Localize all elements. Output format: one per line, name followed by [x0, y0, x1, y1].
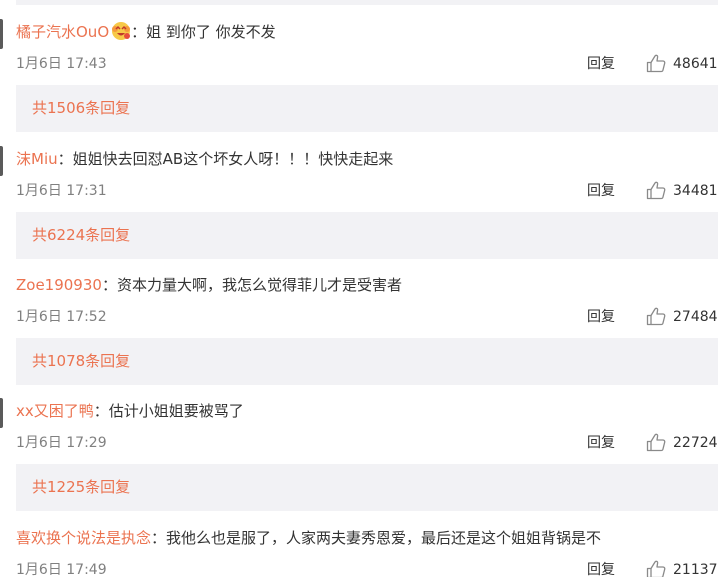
like-button[interactable]: 22724: [646, 432, 718, 454]
comment-body: 姐 到你了 你发不发: [146, 23, 276, 41]
comment-body: 我他么也是服了，人家两夫妻秀恩爱，最后还是这个姐姐背锅是不: [166, 529, 602, 547]
thumbs-up-icon: [646, 307, 666, 326]
comment-username[interactable]: 沫Miu: [16, 150, 58, 168]
replies-summary-box: 共6224条回复: [16, 212, 718, 259]
comment-item: 橘子汽水OuO ：姐 到你了 你发不发 1月6日 17:43 回复 48641 …: [0, 12, 726, 139]
previous-replies-box-edge: [16, 0, 718, 5]
comment-date: 1月6日 17:43: [16, 56, 107, 72]
comment-date: 1月6日 17:52: [16, 309, 107, 325]
emoji-badge-icon: [111, 21, 131, 41]
comment-item: Zoe190930：资本力量大啊，我怎么觉得菲儿才是受害者 1月6日 17:52…: [0, 265, 726, 392]
comment-text-line: Zoe190930：资本力量大啊，我怎么觉得菲儿才是受害者: [16, 274, 402, 296]
like-button[interactable]: 27484: [646, 306, 718, 328]
comment-meta: 1月6日 17:29 回复 22724: [16, 432, 718, 454]
comment-feed: 橘子汽水OuO ：姐 到你了 你发不发 1月6日 17:43 回复 48641 …: [0, 0, 726, 577]
comment-colon: ：: [151, 529, 167, 547]
comment-colon: ：: [57, 150, 73, 168]
avatar[interactable]: [0, 19, 3, 49]
comment-username[interactable]: Zoe190930: [16, 276, 102, 294]
comment-body: 姐姐快去回怼AB这个坏女人呀！！！快快走起来: [72, 150, 394, 168]
avatar[interactable]: [0, 146, 3, 176]
like-button[interactable]: 34481: [646, 180, 718, 202]
like-count: 27484: [673, 309, 718, 325]
view-replies-link[interactable]: 共1225条回复: [32, 476, 130, 498]
comment-username[interactable]: xx又困了鸭: [16, 402, 94, 420]
comment-item: 沫Miu：姐姐快去回怼AB这个坏女人呀！！！快快走起来 1月6日 17:31 回…: [0, 139, 726, 266]
like-count: 34481: [673, 183, 718, 199]
comment-date: 1月6日 17:49: [16, 562, 107, 577]
reply-button[interactable]: 回复: [587, 306, 615, 328]
view-replies-link[interactable]: 共1506条回复: [32, 97, 130, 119]
like-button[interactable]: 21137: [646, 559, 718, 577]
like-count: 21137: [673, 562, 718, 577]
comment-meta: 1月6日 17:49 回复 21137: [16, 559, 718, 577]
comment-text-line: xx又困了鸭：估计小姐姐要被骂了: [16, 400, 244, 422]
comment-date: 1月6日 17:29: [16, 435, 107, 451]
comment-colon: ：: [131, 23, 147, 41]
comment-text-line: 橘子汽水OuO ：姐 到你了 你发不发: [16, 21, 276, 43]
comment-username[interactable]: 橘子汽水OuO: [16, 23, 109, 41]
replies-summary-box: 共1078条回复: [16, 338, 718, 385]
reply-button[interactable]: 回复: [587, 559, 615, 577]
view-replies-link[interactable]: 共6224条回复: [32, 224, 130, 246]
comment-meta: 1月6日 17:52 回复 27484: [16, 306, 718, 328]
comment-username[interactable]: 喜欢换个说法是执念: [16, 529, 151, 547]
like-count: 48641: [673, 56, 718, 72]
comment-colon: ：: [101, 276, 117, 294]
thumbs-up-icon: [646, 560, 666, 577]
comment-date: 1月6日 17:31: [16, 183, 107, 199]
replies-summary-box: 共1506条回复: [16, 85, 718, 132]
comment-item: 喜欢换个说法是执念：我他么也是服了，人家两夫妻秀恩爱，最后还是这个姐姐背锅是不 …: [0, 518, 726, 577]
comment-meta: 1月6日 17:31 回复 34481: [16, 180, 718, 202]
avatar[interactable]: [0, 398, 3, 428]
comment-text-line: 喜欢换个说法是执念：我他么也是服了，人家两夫妻秀恩爱，最后还是这个姐姐背锅是不: [16, 527, 601, 549]
reply-button[interactable]: 回复: [587, 432, 615, 454]
comment-colon: ：: [93, 402, 109, 420]
thumbs-up-icon: [646, 54, 666, 73]
thumbs-up-icon: [646, 181, 666, 200]
reply-button[interactable]: 回复: [587, 180, 615, 202]
comment-meta: 1月6日 17:43 回复 48641: [16, 53, 718, 75]
replies-summary-box: 共1225条回复: [16, 464, 718, 511]
like-count: 22724: [673, 435, 718, 451]
like-button[interactable]: 48641: [646, 53, 718, 75]
comment-body: 估计小姐姐要被骂了: [108, 402, 244, 420]
view-replies-link[interactable]: 共1078条回复: [32, 350, 130, 372]
comment-item: xx又困了鸭：估计小姐姐要被骂了 1月6日 17:29 回复 22724 共12…: [0, 391, 726, 518]
reply-button[interactable]: 回复: [587, 53, 615, 75]
comment-text-line: 沫Miu：姐姐快去回怼AB这个坏女人呀！！！快快走起来: [16, 148, 393, 170]
comment-body: 资本力量大啊，我怎么觉得菲儿才是受害者: [116, 276, 402, 294]
thumbs-up-icon: [646, 433, 666, 452]
